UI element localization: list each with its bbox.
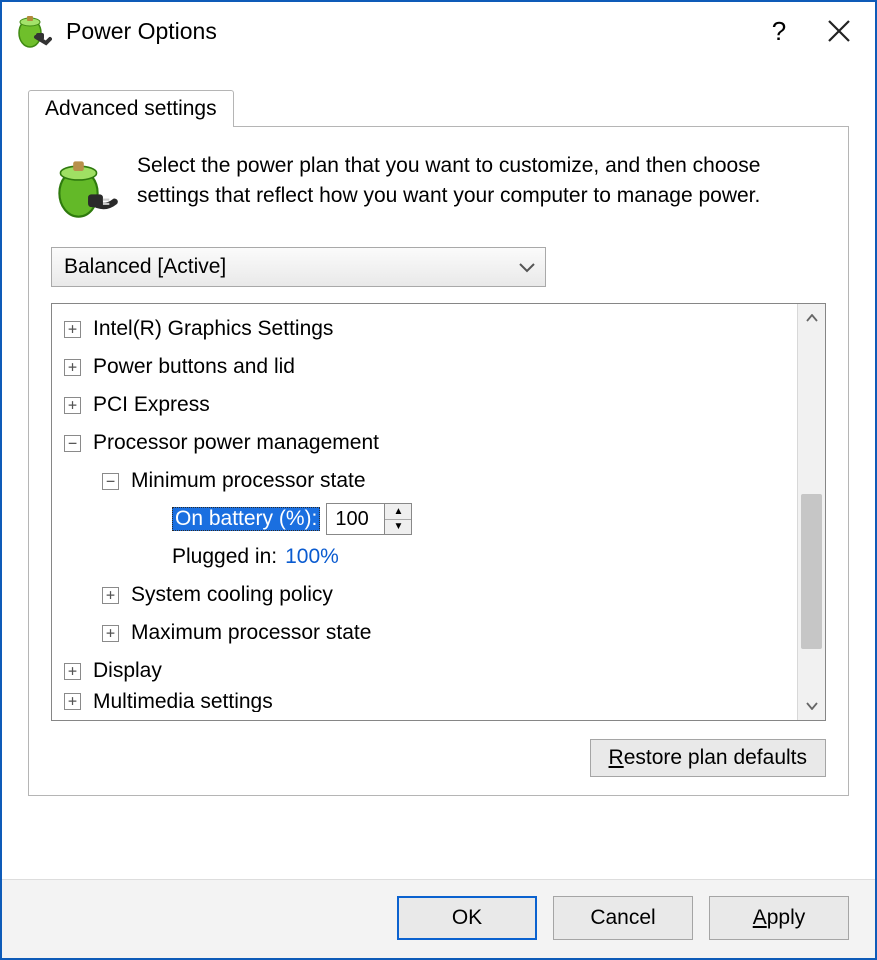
settings-tree: + Intel(R) Graphics Settings + Power but… (51, 303, 826, 721)
collapse-icon[interactable]: − (102, 473, 119, 490)
tree-item-label: Processor power management (93, 431, 379, 455)
expand-icon[interactable]: + (64, 397, 81, 414)
tree-item-min-processor-state[interactable]: − Minimum processor state (52, 462, 797, 500)
tree-item-label: PCI Express (93, 393, 210, 417)
cancel-button[interactable]: Cancel (553, 896, 693, 940)
plugged-in-row[interactable]: Plugged in: 100% (52, 538, 797, 576)
tab-advanced-settings[interactable]: Advanced settings (28, 90, 234, 127)
tree-item-label: Display (93, 659, 162, 683)
tree-item-system-cooling[interactable]: + System cooling policy (52, 576, 797, 614)
on-battery-input[interactable] (326, 503, 384, 535)
chevron-down-icon (519, 255, 535, 279)
tree-item-power-buttons[interactable]: + Power buttons and lid (52, 348, 797, 386)
tab-bar: Advanced settings (28, 82, 849, 126)
close-icon (826, 18, 852, 44)
power-options-window: Power Options ? Advanced settings (0, 0, 877, 960)
dialog-footer: OK Cancel Apply (2, 879, 875, 958)
tree-item-label: Maximum processor state (131, 621, 371, 645)
restore-btn-tail: estore plan defaults (624, 746, 807, 769)
power-plan-dropdown[interactable]: Balanced [Active] (51, 247, 546, 287)
tree-item-processor[interactable]: − Processor power management (52, 424, 797, 462)
expand-icon[interactable]: + (102, 625, 119, 642)
on-battery-row[interactable]: On battery (%): ▲ ▼ (52, 500, 797, 538)
close-button[interactable] (809, 6, 869, 56)
plugged-in-value[interactable]: 100% (285, 545, 339, 569)
battery-plug-icon (16, 13, 52, 49)
description-text: Select the power plan that you want to c… (137, 151, 826, 212)
expand-icon[interactable]: + (64, 359, 81, 376)
tree-item-display[interactable]: + Display (52, 652, 797, 690)
tree-item-label: Multimedia settings (93, 690, 273, 712)
scrollbar[interactable] (797, 304, 825, 720)
tree-item-multimedia[interactable]: + Multimedia settings (52, 690, 797, 712)
titlebar: Power Options ? (2, 2, 875, 60)
window-title: Power Options (66, 18, 749, 45)
tree-item-graphics[interactable]: + Intel(R) Graphics Settings (52, 310, 797, 348)
spin-up-button[interactable]: ▲ (385, 504, 411, 520)
tree-item-label: Minimum processor state (131, 469, 366, 493)
restore-defaults-button[interactable]: Restore plan defaults (590, 739, 826, 777)
apply-btn-tail: pply (767, 906, 806, 929)
on-battery-spinner[interactable]: ▲ ▼ (326, 503, 412, 535)
apply-button[interactable]: Apply (709, 896, 849, 940)
plugged-in-label: Plugged in: (172, 545, 277, 569)
tab-panel: Select the power plan that you want to c… (28, 126, 849, 796)
client-area: Advanced settings Select the power plan … (2, 60, 875, 879)
tree-item-label: System cooling policy (131, 583, 333, 607)
spin-down-button[interactable]: ▼ (385, 520, 411, 535)
tree-item-pci-express[interactable]: + PCI Express (52, 386, 797, 424)
battery-plug-large-icon (53, 155, 125, 229)
expand-icon[interactable]: + (102, 587, 119, 604)
ok-button[interactable]: OK (397, 896, 537, 940)
help-button[interactable]: ? (749, 6, 809, 56)
expand-icon[interactable]: + (64, 321, 81, 338)
tree-item-label: Intel(R) Graphics Settings (93, 317, 333, 341)
expand-icon[interactable]: + (64, 693, 81, 710)
scroll-thumb[interactable] (801, 494, 822, 649)
tree-item-label: Power buttons and lid (93, 355, 295, 379)
expand-icon[interactable]: + (64, 663, 81, 680)
collapse-icon[interactable]: − (64, 435, 81, 452)
scroll-down-button[interactable] (798, 692, 825, 720)
power-plan-selected: Balanced [Active] (64, 255, 226, 279)
scroll-up-button[interactable] (798, 304, 825, 332)
on-battery-label: On battery (%): (172, 507, 320, 531)
tree-item-max-processor-state[interactable]: + Maximum processor state (52, 614, 797, 652)
